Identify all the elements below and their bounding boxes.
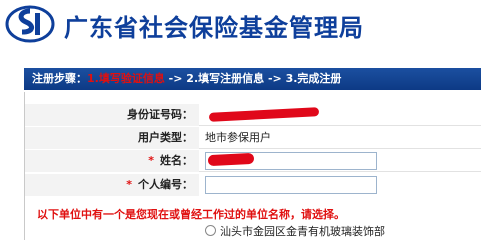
social-insurance-logo (5, 5, 55, 43)
personal-number-label-text: 个人编号： (138, 178, 193, 191)
id-number-row: 身份证号码： (25, 104, 481, 126)
personal-number-label: * 个人编号： (25, 174, 199, 196)
step-3: 3.完成注册 (285, 72, 342, 85)
unit-option[interactable]: 汕头市金园区金青有机玻璃装饰部 (205, 224, 385, 240)
steps-separator: -> (264, 72, 286, 85)
user-type-label: 用户类型： (25, 127, 199, 149)
required-mark: * (126, 178, 132, 191)
step-2: 2.填写注册信息 (186, 72, 265, 85)
registration-steps: 注册步骤：1.填写验证信息 -> 2.填写注册信息 -> 3.完成注册 (24, 68, 481, 90)
name-label: * 姓名： (25, 150, 199, 172)
user-type-value: 地市参保用户 (205, 131, 271, 144)
step-current: 1.填写验证信息 (87, 72, 165, 85)
user-type-row: 用户类型： 地市参保用户 (25, 127, 481, 149)
org-name: 广东省社会保险基金管理局 (64, 13, 364, 42)
id-number-label: 身份证号码： (25, 104, 199, 126)
personal-number-input[interactable] (205, 176, 377, 194)
verification-form: 身份证号码： 用户类型： 地市参保用户 * 姓名： * 个人编号： 以下单位中有一个… (24, 92, 481, 240)
unit-selection-notice: 以下单位中有一个是您现在或曾经工作过的单位名称，请选择。 (37, 208, 345, 221)
unit-option-label: 汕头市金园区金青有机玻璃装饰部 (220, 225, 385, 238)
steps-prefix: 注册步骤： (32, 72, 87, 85)
id-number-redaction (208, 107, 320, 122)
required-mark: * (148, 154, 154, 167)
name-label-text: 姓名： (160, 154, 193, 167)
radio-button[interactable] (205, 225, 216, 236)
personal-number-row: * 个人编号： (25, 174, 481, 196)
name-row: * 姓名： (25, 150, 481, 172)
site-header: 广东省社会保险基金管理局 (0, 0, 481, 64)
steps-separator: -> (164, 72, 187, 85)
